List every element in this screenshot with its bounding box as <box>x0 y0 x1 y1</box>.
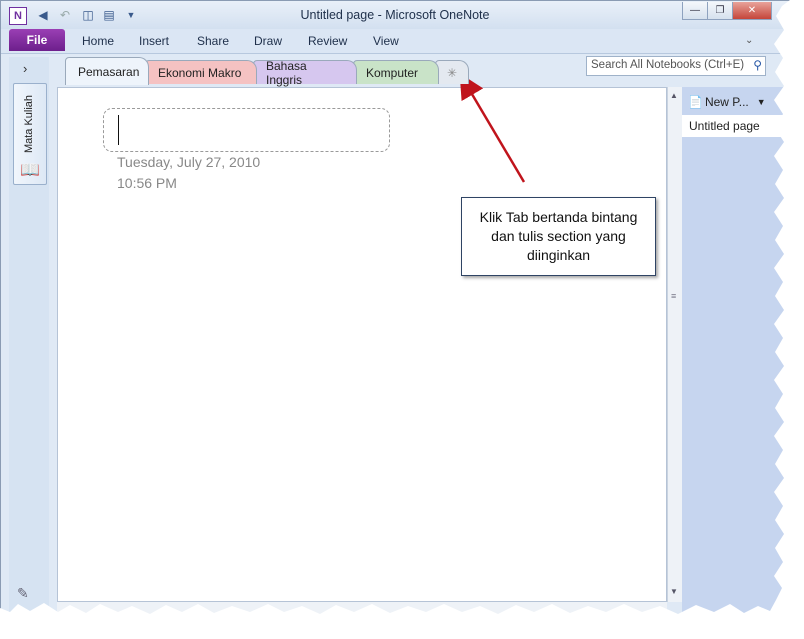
restore-icon[interactable]: ❐ <box>707 2 733 20</box>
onenote-window: N ◀ ↶ ◫ ▤ ▼ Untitled page - Microsoft On… <box>0 0 791 625</box>
tab-insert[interactable]: Insert <box>139 34 169 48</box>
file-tab[interactable]: File <box>9 29 65 51</box>
title-bar: N ◀ ↶ ◫ ▤ ▼ Untitled page - Microsoft On… <box>1 1 789 29</box>
expand-ribbon-icon[interactable]: ⌄ <box>745 35 757 47</box>
section-tab-komputer[interactable]: Komputer <box>353 60 439 84</box>
instruction-callout: Klik Tab bertanda bintang dan tulis sect… <box>461 197 656 276</box>
vertical-scrollbar[interactable]: ▲ ≡ ▼ <box>667 87 682 602</box>
chevron-down-icon[interactable]: ▼ <box>757 97 766 107</box>
page-date: Tuesday, July 27, 2010 <box>117 154 261 170</box>
window-title: Untitled page - Microsoft OneNote <box>300 8 490 22</box>
section-tab-bahasa-inggris[interactable]: Bahasa Inggris <box>253 59 357 87</box>
notebook-icon: 📖 <box>20 162 40 179</box>
expand-navigation-icon[interactable]: › <box>23 61 27 76</box>
scroll-down-icon[interactable]: ▼ <box>670 587 678 596</box>
new-page-icon: 📄 <box>688 95 703 109</box>
close-icon[interactable]: ✕ <box>732 2 772 20</box>
tab-review[interactable]: Review <box>308 34 347 48</box>
page-item-untitled[interactable]: Untitled page <box>682 115 791 137</box>
page-tabs-pane: 📄 New P... ▼ Untitled page <box>682 87 791 617</box>
tab-share[interactable]: Share <box>197 34 229 48</box>
unfiled-notes-icon[interactable]: ✎ <box>17 585 29 602</box>
ribbon-tabs: File Home Insert Share Draw Review View … <box>1 29 789 54</box>
page-time: 10:56 PM <box>117 175 177 191</box>
text-cursor <box>118 115 119 145</box>
scroll-up-icon[interactable]: ▲ <box>670 91 678 100</box>
notebook-navigation: › Mata Kuliah 📖 ✎ <box>9 57 49 617</box>
tab-home[interactable]: Home <box>82 34 114 48</box>
notebook-label: Mata Kuliah <box>23 94 35 154</box>
new-page-label: New P... <box>704 95 749 109</box>
page-title-input[interactable] <box>103 108 390 152</box>
minimize-icon[interactable]: — <box>682 2 708 20</box>
new-page-button[interactable]: 📄 New P... ▼ <box>682 91 788 113</box>
section-tab-pemasaran[interactable]: Pemasaran <box>65 57 149 85</box>
search-placeholder: Search All Notebooks (Ctrl+E) <box>591 59 745 71</box>
page-canvas[interactable]: Tuesday, July 27, 2010 10:56 PM <box>57 87 667 602</box>
horizontal-scrollbar[interactable] <box>57 602 667 616</box>
section-tab-ekonomi-makro[interactable]: Ekonomi Makro <box>145 60 257 84</box>
scroll-grip-icon[interactable]: ≡ <box>671 291 676 301</box>
tab-view[interactable]: View <box>373 34 399 48</box>
create-new-section-icon[interactable]: ✳ <box>435 60 469 84</box>
search-icon[interactable]: ⚲ <box>753 58 762 72</box>
search-input[interactable]: Search All Notebooks (Ctrl+E) ⚲ <box>586 56 766 76</box>
notebook-mata-kuliah[interactable]: Mata Kuliah 📖 <box>13 83 47 185</box>
tab-draw[interactable]: Draw <box>254 34 282 48</box>
